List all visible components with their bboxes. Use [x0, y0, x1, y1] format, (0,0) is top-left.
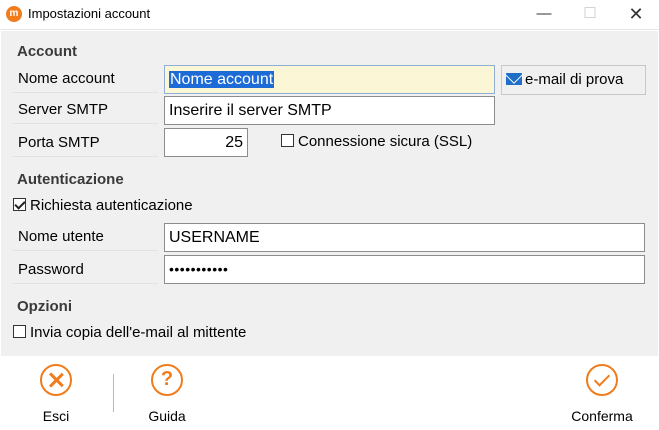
smtp-server-label: Server SMTP	[13, 95, 158, 124]
help-button[interactable]: ? Guida	[127, 364, 207, 424]
ssl-checkbox[interactable]: Connessione sicura (SSL)	[281, 132, 472, 152]
username-label: Nome utente	[13, 222, 158, 251]
app-logo-icon: m	[6, 6, 22, 22]
envelope-icon	[506, 73, 522, 85]
auth-required-checkbox-box[interactable]	[13, 198, 26, 211]
account-name-label: Nome account	[13, 64, 158, 93]
close-button[interactable]: ✕	[613, 0, 659, 30]
minimize-button[interactable]: —	[521, 0, 567, 30]
help-circle-icon: ?	[151, 364, 183, 396]
ssl-checkbox-box[interactable]	[281, 134, 294, 147]
auth-required-checkbox[interactable]: Richiesta autenticazione	[13, 196, 193, 216]
ssl-label: Connessione sicura (SSL)	[298, 133, 473, 150]
maximize-button[interactable]: ☐	[567, 0, 613, 30]
send-copy-checkbox-box[interactable]	[13, 325, 26, 338]
help-label: Guida	[148, 408, 186, 424]
account-name-input[interactable]: Nome account	[164, 65, 495, 94]
check-circle-icon	[586, 364, 618, 396]
confirm-button[interactable]: Conferma	[562, 364, 642, 424]
send-copy-checkbox[interactable]: Invia copia dell'e-mail al mittente	[13, 323, 246, 343]
exit-button[interactable]: Esci	[16, 364, 96, 424]
title-bar: m Impostazioni account — ☐ ✕	[0, 0, 659, 30]
window-title: Impostazioni account	[28, 6, 151, 21]
test-email-label: e-mail di prova	[525, 71, 624, 88]
settings-panel: Account Nome account Nome account e-mail…	[1, 31, 658, 356]
account-name-value: Nome account	[169, 71, 275, 88]
smtp-server-input[interactable]: Inserire il server SMTP	[164, 96, 495, 125]
close-circle-icon	[40, 364, 72, 396]
smtp-port-input[interactable]: 25	[164, 128, 248, 157]
footer-toolbar: Esci ? Guida Conferma	[0, 356, 659, 430]
exit-label: Esci	[42, 408, 70, 424]
username-input[interactable]: USERNAME	[164, 223, 645, 252]
account-heading: Account	[17, 43, 77, 60]
send-copy-label: Invia copia dell'e-mail al mittente	[30, 324, 247, 341]
confirm-label: Conferma	[571, 408, 633, 424]
smtp-port-label: Porta SMTP	[13, 128, 158, 157]
password-label: Password	[13, 255, 158, 284]
auth-heading: Autenticazione	[17, 171, 124, 188]
footer-divider	[113, 374, 114, 412]
options-heading: Opzioni	[17, 298, 72, 315]
test-email-button[interactable]: e-mail di prova	[501, 65, 646, 95]
auth-required-label: Richiesta autenticazione	[30, 197, 193, 214]
password-input[interactable]: •••••••••••	[164, 255, 645, 284]
